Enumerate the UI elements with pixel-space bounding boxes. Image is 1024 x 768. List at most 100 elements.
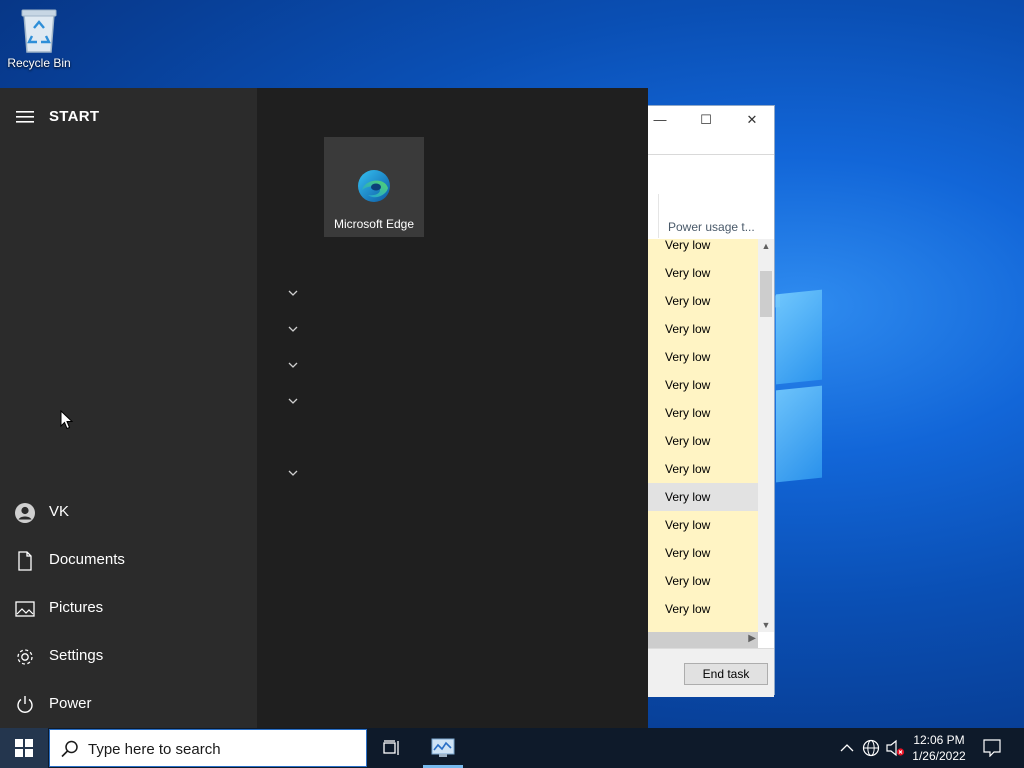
user-avatar-icon [14, 502, 36, 524]
chevron-up-icon [840, 744, 854, 752]
title-bar: — ☐ ✕ [648, 106, 774, 134]
group-expand-chevron-icon[interactable] [287, 358, 299, 370]
documents-label: Documents [49, 551, 125, 568]
network-button[interactable] [860, 728, 882, 768]
process-list: Very low Very low Very low Very low Very low… [648, 239, 758, 632]
process-row[interactable]: Very low [648, 259, 758, 287]
mouse-pointer-icon [60, 409, 74, 435]
hamburger-menu-icon[interactable] [16, 110, 34, 129]
power-usage-trend-value: Very low [665, 378, 711, 392]
process-row[interactable]: Very low [648, 595, 758, 623]
power-usage-trend-value: Very low [665, 406, 711, 420]
power-usage-trend-value: Very low [665, 462, 711, 476]
edge-icon [358, 170, 390, 202]
recycle-bin-icon [21, 9, 57, 53]
recycle-bin-label: Recycle Bin [7, 56, 71, 70]
column-header-label: Power usage t... [668, 220, 755, 234]
power-usage-trend-value: Very low [665, 322, 711, 336]
close-button[interactable]: ✕ [742, 112, 762, 128]
task-view-icon [383, 740, 399, 755]
power-usage-trend-value: Very low [665, 294, 711, 308]
minimize-button[interactable]: — [650, 112, 670, 127]
power-usage-trend-value: Very low [665, 574, 711, 588]
start-menu-title: START [49, 108, 100, 125]
process-row[interactable]: Very low [648, 287, 758, 315]
start-menu: START VK Documents Pictures Settings Pow… [0, 88, 648, 728]
clock-time: 12:06 PM [913, 733, 965, 747]
volume-button[interactable] [884, 728, 906, 768]
power-usage-trend-value: Very low [665, 350, 711, 364]
search-placeholder: Type here to search [88, 741, 221, 758]
wallpaper-logo-pane [776, 385, 822, 483]
group-expand-chevron-icon[interactable] [287, 466, 299, 478]
power-usage-trend-value: Very low [665, 602, 711, 616]
volume-muted-icon [886, 739, 905, 757]
power-usage-trend-value: Very low [665, 266, 711, 280]
scroll-right-icon[interactable]: ▶ [748, 633, 756, 644]
scroll-down-icon[interactable]: ▼ [758, 620, 774, 630]
process-row[interactable]: Very low [648, 539, 758, 567]
start-menu-left-pane: START VK Documents Pictures Settings Pow… [0, 88, 257, 728]
globe-icon [862, 739, 880, 757]
clock[interactable]: 12:06 PM 1/26/2022 [908, 732, 970, 764]
group-expand-chevron-icon[interactable] [287, 394, 299, 406]
power-usage-trend-value: Very low [665, 434, 711, 448]
start-menu-tiles-pane: Microsoft Edge [257, 88, 648, 728]
maximize-button[interactable]: ☐ [696, 112, 716, 128]
taskbar-search-box[interactable]: Type here to search [49, 729, 367, 767]
process-row[interactable]: Very low [648, 511, 758, 539]
process-row[interactable]: Very low [648, 239, 758, 259]
pictures-button[interactable]: Pictures [0, 586, 257, 630]
action-center-button[interactable] [980, 728, 1004, 768]
process-row[interactable]: Very low [648, 483, 758, 511]
group-expand-chevron-icon[interactable] [287, 286, 299, 298]
power-usage-trend-value: Very low [665, 239, 711, 252]
pictures-label: Pictures [49, 599, 104, 616]
taskbar: Type here to search 12:06 PM 1/26/2022 [0, 728, 1024, 768]
pictures-icon [14, 598, 36, 620]
tab-separator [648, 154, 774, 155]
vertical-scrollbar[interactable]: ▲ ▼ [758, 239, 774, 632]
task-manager-taskbar-button[interactable] [423, 728, 463, 768]
document-icon [14, 550, 36, 572]
process-row[interactable]: Very low [648, 371, 758, 399]
gear-icon [14, 646, 36, 668]
documents-button[interactable]: Documents [0, 538, 257, 582]
windows-logo-icon [15, 739, 33, 757]
power-button[interactable]: Power [0, 682, 257, 726]
power-icon [14, 694, 36, 716]
power-usage-trend-value: Very low [665, 518, 711, 532]
microsoft-edge-label: Microsoft Edge [333, 217, 415, 231]
microsoft-edge-tile[interactable]: Microsoft Edge [324, 137, 424, 237]
notification-icon [983, 739, 1001, 757]
scrollbar-thumb[interactable] [760, 271, 772, 317]
group-expand-chevron-icon[interactable] [287, 322, 299, 334]
task-manager-window: — ☐ ✕ Power usage t... Very low Very low V… [648, 105, 775, 697]
process-row[interactable]: Very low [648, 455, 758, 483]
show-hidden-icons-button[interactable] [838, 728, 856, 768]
process-row[interactable]: Very low [648, 343, 758, 371]
process-row[interactable]: Very low [648, 427, 758, 455]
end-task-button[interactable]: End task [684, 663, 768, 685]
start-button[interactable] [0, 728, 48, 768]
power-label: Power [49, 695, 92, 712]
scroll-up-icon[interactable]: ▲ [758, 241, 774, 251]
settings-label: Settings [49, 647, 104, 664]
settings-button[interactable]: Settings [0, 634, 257, 678]
task-manager-icon [431, 738, 455, 757]
recycle-bin[interactable]: Recycle Bin [4, 6, 74, 70]
process-row[interactable]: Very low [648, 315, 758, 343]
clock-date: 1/26/2022 [912, 749, 966, 763]
user-account-button[interactable]: VK [0, 490, 257, 534]
task-manager-footer: End task [648, 648, 774, 697]
task-view-button[interactable] [372, 728, 412, 768]
search-icon [61, 740, 78, 758]
process-row[interactable]: Very low [648, 567, 758, 595]
power-usage-trend-value: Very low [665, 490, 711, 504]
process-row[interactable]: Very low [648, 399, 758, 427]
horizontal-scrollbar[interactable]: ▶ [648, 632, 758, 648]
column-header-power-usage-trend[interactable]: Power usage t... [658, 194, 759, 238]
power-usage-trend-value: Very low [665, 546, 711, 560]
wallpaper-logo-pane [776, 289, 822, 385]
user-name-label: VK [49, 503, 70, 520]
